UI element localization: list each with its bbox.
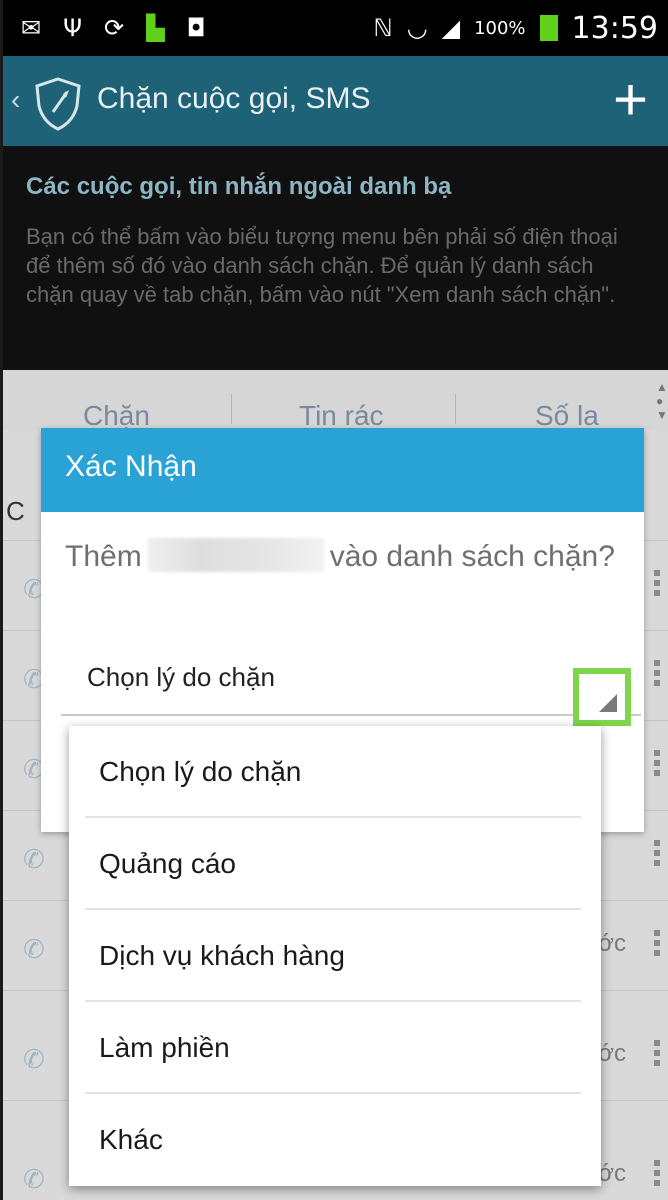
status-right-icons: ℕ ◡ ◢ 100% 13:59	[373, 0, 658, 56]
dropdown-option[interactable]: Quảng cáo	[69, 818, 601, 910]
more-icon[interactable]	[654, 930, 660, 960]
nfc-icon: ℕ	[373, 14, 393, 42]
option-label: Chọn lý do chặn	[99, 756, 302, 787]
sync-icon: ⟳	[104, 14, 125, 42]
more-icon[interactable]	[654, 1160, 660, 1190]
mail-icon: ✉	[21, 14, 42, 42]
more-icon[interactable]	[654, 840, 660, 870]
message-suffix: vào danh sách chặn?	[329, 540, 615, 573]
android-icon: ▙	[146, 14, 165, 42]
more-icon[interactable]	[654, 570, 660, 600]
signal-icon: ◢	[441, 14, 461, 42]
tab-divider	[455, 394, 456, 424]
option-label: Quảng cáo	[99, 848, 236, 879]
info-body: Bạn có thể bấm vào biểu tượng menu bên p…	[26, 224, 618, 307]
usb-icon: Ψ	[63, 14, 82, 42]
reason-spinner[interactable]: Chọn lý do chặn	[61, 652, 641, 716]
shopping-bag-icon: ◘	[186, 14, 206, 42]
spinner-value: Chọn lý do chặn	[87, 662, 275, 692]
action-bar: ‹ Chặn cuộc gọi, SMS +	[3, 56, 668, 146]
shield-logo-icon[interactable]	[33, 76, 83, 132]
option-label: Làm phiền	[99, 1032, 230, 1063]
phone-icon: ✆	[23, 845, 45, 875]
dropdown-triangle-icon	[599, 694, 617, 712]
status-bar: ✉ Ψ ⟳ ▙ ◘ ℕ ◡ ◢ 100% 13:59	[3, 0, 668, 56]
dropdown-option[interactable]: Khác	[69, 1094, 601, 1186]
section-letter: C	[6, 496, 25, 526]
phone-icon: ✆	[23, 1165, 45, 1195]
phone-icon: ✆	[23, 935, 45, 965]
add-button[interactable]: +	[613, 70, 648, 130]
battery-icon	[539, 15, 558, 41]
info-panel: Các cuộc gọi, tin nhắn ngoài danh bạ Bạn…	[3, 146, 668, 370]
dialog-message: Thêm vào danh sách chặn?	[65, 538, 625, 574]
battery-percent: 100%	[474, 17, 526, 39]
more-icon[interactable]	[654, 1040, 660, 1070]
status-left-icons: ✉ Ψ ⟳ ▙ ◘	[21, 0, 206, 56]
tab-bar: Chặn Tin rác Số la	[3, 370, 668, 431]
message-prefix: Thêm	[65, 540, 142, 573]
back-chevron-icon[interactable]: ‹	[11, 84, 20, 116]
more-icon[interactable]	[654, 750, 660, 780]
dialog-header: Xác Nhận	[41, 428, 644, 512]
reason-dropdown-list: Chọn lý do chặn Quảng cáo Dịch vụ khách …	[69, 726, 601, 1186]
option-label: Dịch vụ khách hàng	[99, 940, 345, 971]
option-label: Khác	[99, 1124, 163, 1155]
page-title: Chặn cuộc gọi, SMS	[97, 82, 371, 115]
clock: 13:59	[571, 10, 658, 46]
redacted-number	[147, 538, 324, 572]
phone-icon: ✆	[23, 1045, 45, 1075]
more-icon[interactable]	[654, 660, 660, 690]
dialog-title: Xác Nhận	[65, 450, 197, 483]
phone-screen: ✉ Ψ ⟳ ▙ ◘ ℕ ◡ ◢ 100% 13:59 ‹ Chặn cuộc g…	[3, 0, 668, 1200]
dropdown-option[interactable]: Làm phiền	[69, 1002, 601, 1094]
tab-divider	[231, 394, 232, 424]
info-heading: Các cuộc gọi, tin nhắn ngoài danh bạ	[26, 173, 452, 200]
wifi-icon: ◡	[406, 14, 428, 42]
spinner-dropdown-highlight[interactable]	[573, 668, 631, 726]
dropdown-option[interactable]: Dịch vụ khách hàng	[69, 910, 601, 1002]
dropdown-option[interactable]: Chọn lý do chặn	[69, 726, 601, 818]
